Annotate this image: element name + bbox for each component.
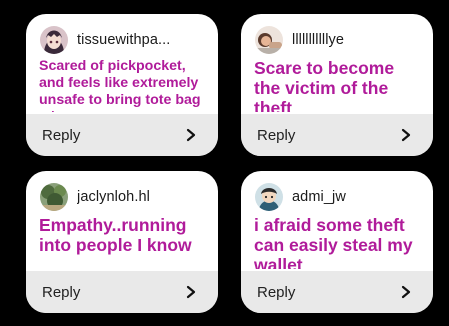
avatar-photo-icon [255,26,283,54]
avatar-nature-photo-icon [40,183,68,211]
username[interactable]: lllllllllllye [292,32,344,48]
chevron-right-icon [401,128,411,142]
response-card: lllllllllllye Scare to become the victim… [241,14,433,156]
reply-label: Reply [257,283,296,301]
message-text: Scare to become the victim of the theft [254,58,395,112]
avatar[interactable] [255,26,283,54]
response-grid: tissuewithpa... Scared of pickpocket, an… [0,0,449,326]
reply-label: Reply [257,126,296,144]
card-header: tissuewithpa... [40,26,208,54]
reply-label: Reply [42,283,81,301]
card-header: lllllllllllye [255,26,423,54]
message-text: Scared of pickpocket, and feels like ext… [39,58,201,112]
chevron-right-icon [186,128,196,142]
reply-button[interactable]: Reply [241,114,433,156]
username[interactable]: admi_jw [292,189,346,205]
avatar-anime-girl-icon [40,26,68,54]
chevron-right-icon [186,285,196,299]
response-card: jaclynloh.hl Empathy..running into peopl… [26,171,218,313]
reply-button[interactable]: Reply [26,271,218,313]
avatar[interactable] [40,26,68,54]
reply-label: Reply [42,126,81,144]
username[interactable]: jaclynloh.hl [77,189,150,205]
message-text: Empathy..running into people I know [39,215,192,255]
chevron-right-icon [401,285,411,299]
card-header: jaclynloh.hl [40,183,208,211]
reply-button[interactable]: Reply [26,114,218,156]
avatar-cartoon-icon [255,183,283,211]
response-card: admi_jw i afraid some theft can easily s… [241,171,433,313]
avatar[interactable] [40,183,68,211]
response-card: tissuewithpa... Scared of pickpocket, an… [26,14,218,156]
reply-button[interactable]: Reply [241,271,433,313]
message-text: i afraid some theft can easily steal my … [254,215,413,269]
avatar[interactable] [255,183,283,211]
card-header: admi_jw [255,183,423,211]
username[interactable]: tissuewithpa... [77,32,170,48]
